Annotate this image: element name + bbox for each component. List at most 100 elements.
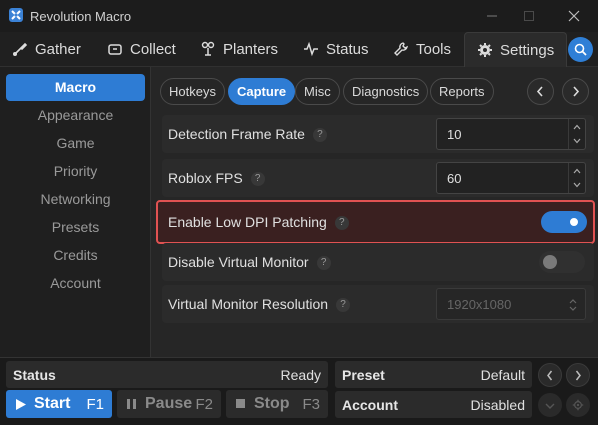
- chevron-down-icon[interactable]: [573, 138, 581, 144]
- tab-collect-label: Collect: [130, 40, 176, 58]
- stop-label: Stop: [254, 395, 290, 412]
- brush-icon: [13, 42, 28, 56]
- disable-vm-toggle[interactable]: [539, 251, 585, 273]
- preset-value: Default: [480, 367, 525, 383]
- pause-icon: [127, 399, 136, 409]
- start-hotkey: F1: [86, 396, 104, 413]
- stop-hotkey: F3: [302, 396, 320, 413]
- search-button[interactable]: [568, 37, 593, 62]
- tab-tools-label: Tools: [416, 40, 452, 58]
- wrench-icon: [394, 42, 408, 56]
- status-value: Ready: [280, 367, 321, 383]
- main-tab-bar: Gather Collect Planters Status Tools Set…: [0, 32, 598, 67]
- disable-vm-label: Disable Virtual Monitor: [168, 254, 309, 270]
- roblox-fps-input[interactable]: 60: [436, 162, 586, 194]
- setting-roblox-fps: Roblox FPS? 60: [162, 159, 594, 197]
- subtab-hotkeys[interactable]: Hotkeys: [160, 78, 225, 105]
- pause-button[interactable]: Pause F2: [117, 390, 221, 418]
- tab-collect[interactable]: Collect: [107, 32, 176, 66]
- tab-settings-label: Settings: [500, 41, 555, 59]
- preset-label: Preset: [342, 367, 385, 383]
- setting-vm-resolution: Virtual Monitor Resolution? 1920x1080: [162, 285, 594, 323]
- setting-disable-virtual-monitor: Disable Virtual Monitor?: [162, 243, 594, 281]
- detection-frame-rate-value: 10: [447, 127, 462, 142]
- chevron-right-icon: [575, 370, 581, 381]
- help-icon[interactable]: ?: [250, 172, 265, 187]
- spin-arrows[interactable]: [568, 119, 585, 149]
- help-icon[interactable]: ?: [336, 298, 351, 313]
- detection-frame-rate-input[interactable]: 10: [436, 118, 586, 150]
- subtab-capture[interactable]: Capture: [228, 78, 296, 105]
- tab-status-label: Status: [326, 40, 369, 58]
- start-button[interactable]: Start F1: [6, 390, 112, 418]
- vm-resolution-select[interactable]: 1920x1080: [436, 288, 586, 320]
- chevron-up-icon[interactable]: [573, 124, 581, 130]
- minimize-button[interactable]: [478, 6, 506, 26]
- setting-low-dpi-patching: Enable Low DPI Patching?: [156, 200, 595, 244]
- maximize-icon: [524, 11, 534, 21]
- subtab-diagnostics[interactable]: Diagnostics: [343, 78, 429, 105]
- sidebar-item-networking[interactable]: Networking: [6, 186, 145, 213]
- low-dpi-toggle[interactable]: [541, 211, 587, 233]
- subtab-misc[interactable]: Misc: [295, 78, 340, 105]
- tab-status[interactable]: Status: [303, 32, 369, 66]
- chevron-left-icon: [547, 370, 553, 381]
- subtab-next-button[interactable]: [562, 78, 589, 105]
- chevron-down-icon[interactable]: [573, 182, 581, 188]
- maximize-button[interactable]: [515, 6, 543, 26]
- chevron-left-icon: [536, 86, 543, 97]
- pause-hotkey: F2: [195, 396, 213, 413]
- spin-arrows[interactable]: [568, 163, 585, 193]
- stop-icon: [236, 399, 245, 408]
- help-icon[interactable]: ?: [334, 216, 349, 231]
- subtab-prev-button[interactable]: [527, 78, 554, 105]
- minimize-icon: [487, 15, 497, 17]
- tab-planters-label: Planters: [223, 40, 279, 58]
- account-value: Disabled: [470, 397, 525, 413]
- updown-icon: [569, 299, 577, 311]
- stop-button[interactable]: Stop F3: [226, 390, 328, 418]
- close-button[interactable]: [560, 6, 588, 26]
- chevron-right-icon: [573, 86, 580, 97]
- sidebar-item-game[interactable]: Game: [6, 130, 145, 157]
- vm-resolution-label: Virtual Monitor Resolution: [168, 296, 329, 312]
- help-icon[interactable]: ?: [312, 128, 327, 143]
- tab-gather-label: Gather: [35, 40, 81, 58]
- chevron-up-icon[interactable]: [573, 168, 581, 174]
- low-dpi-label: Enable Low DPI Patching: [168, 214, 327, 230]
- sidebar-item-macro[interactable]: Macro: [6, 74, 145, 101]
- sidebar-item-credits[interactable]: Credits: [6, 242, 145, 269]
- help-icon[interactable]: ?: [316, 256, 331, 271]
- preset-next-button[interactable]: [566, 363, 590, 387]
- sidebar-item-appearance[interactable]: Appearance: [6, 102, 145, 129]
- toggle-knob: [543, 255, 557, 269]
- preset-prev-button[interactable]: [538, 363, 562, 387]
- sidebar-item-presets[interactable]: Presets: [6, 214, 145, 241]
- tab-gather[interactable]: Gather: [12, 32, 81, 66]
- account-settings-button[interactable]: [566, 393, 590, 417]
- tab-settings[interactable]: Settings: [464, 32, 568, 67]
- tab-tools[interactable]: Tools: [393, 32, 451, 66]
- chevron-down-icon: [545, 403, 555, 409]
- detection-frame-rate-label: Detection Frame Rate: [168, 126, 305, 142]
- preset-panel[interactable]: Preset Default: [335, 361, 532, 388]
- toggle-knob: [567, 215, 581, 229]
- planter-icon: [201, 41, 215, 56]
- settings-content: Hotkeys Capture Misc Diagnostics Reports…: [150, 67, 598, 357]
- vm-resolution-value: 1920x1080: [447, 297, 512, 312]
- title-bar: Revolution Macro: [0, 0, 598, 32]
- pause-label: Pause: [145, 395, 193, 412]
- play-icon: [16, 399, 26, 410]
- status-panel: Status Ready: [6, 361, 328, 388]
- tab-planters[interactable]: Planters: [200, 32, 278, 66]
- sidebar-item-priority[interactable]: Priority: [6, 158, 145, 185]
- pulse-icon: [304, 41, 318, 57]
- sidebar-item-account[interactable]: Account: [6, 270, 145, 297]
- subtab-reports[interactable]: Reports: [430, 78, 494, 105]
- account-panel: Account Disabled: [335, 391, 532, 418]
- start-label: Start: [34, 395, 71, 412]
- status-label: Status: [13, 367, 56, 383]
- gear-icon: [572, 399, 584, 411]
- window-title: Revolution Macro: [30, 9, 132, 24]
- account-dropdown-button[interactable]: [538, 393, 562, 417]
